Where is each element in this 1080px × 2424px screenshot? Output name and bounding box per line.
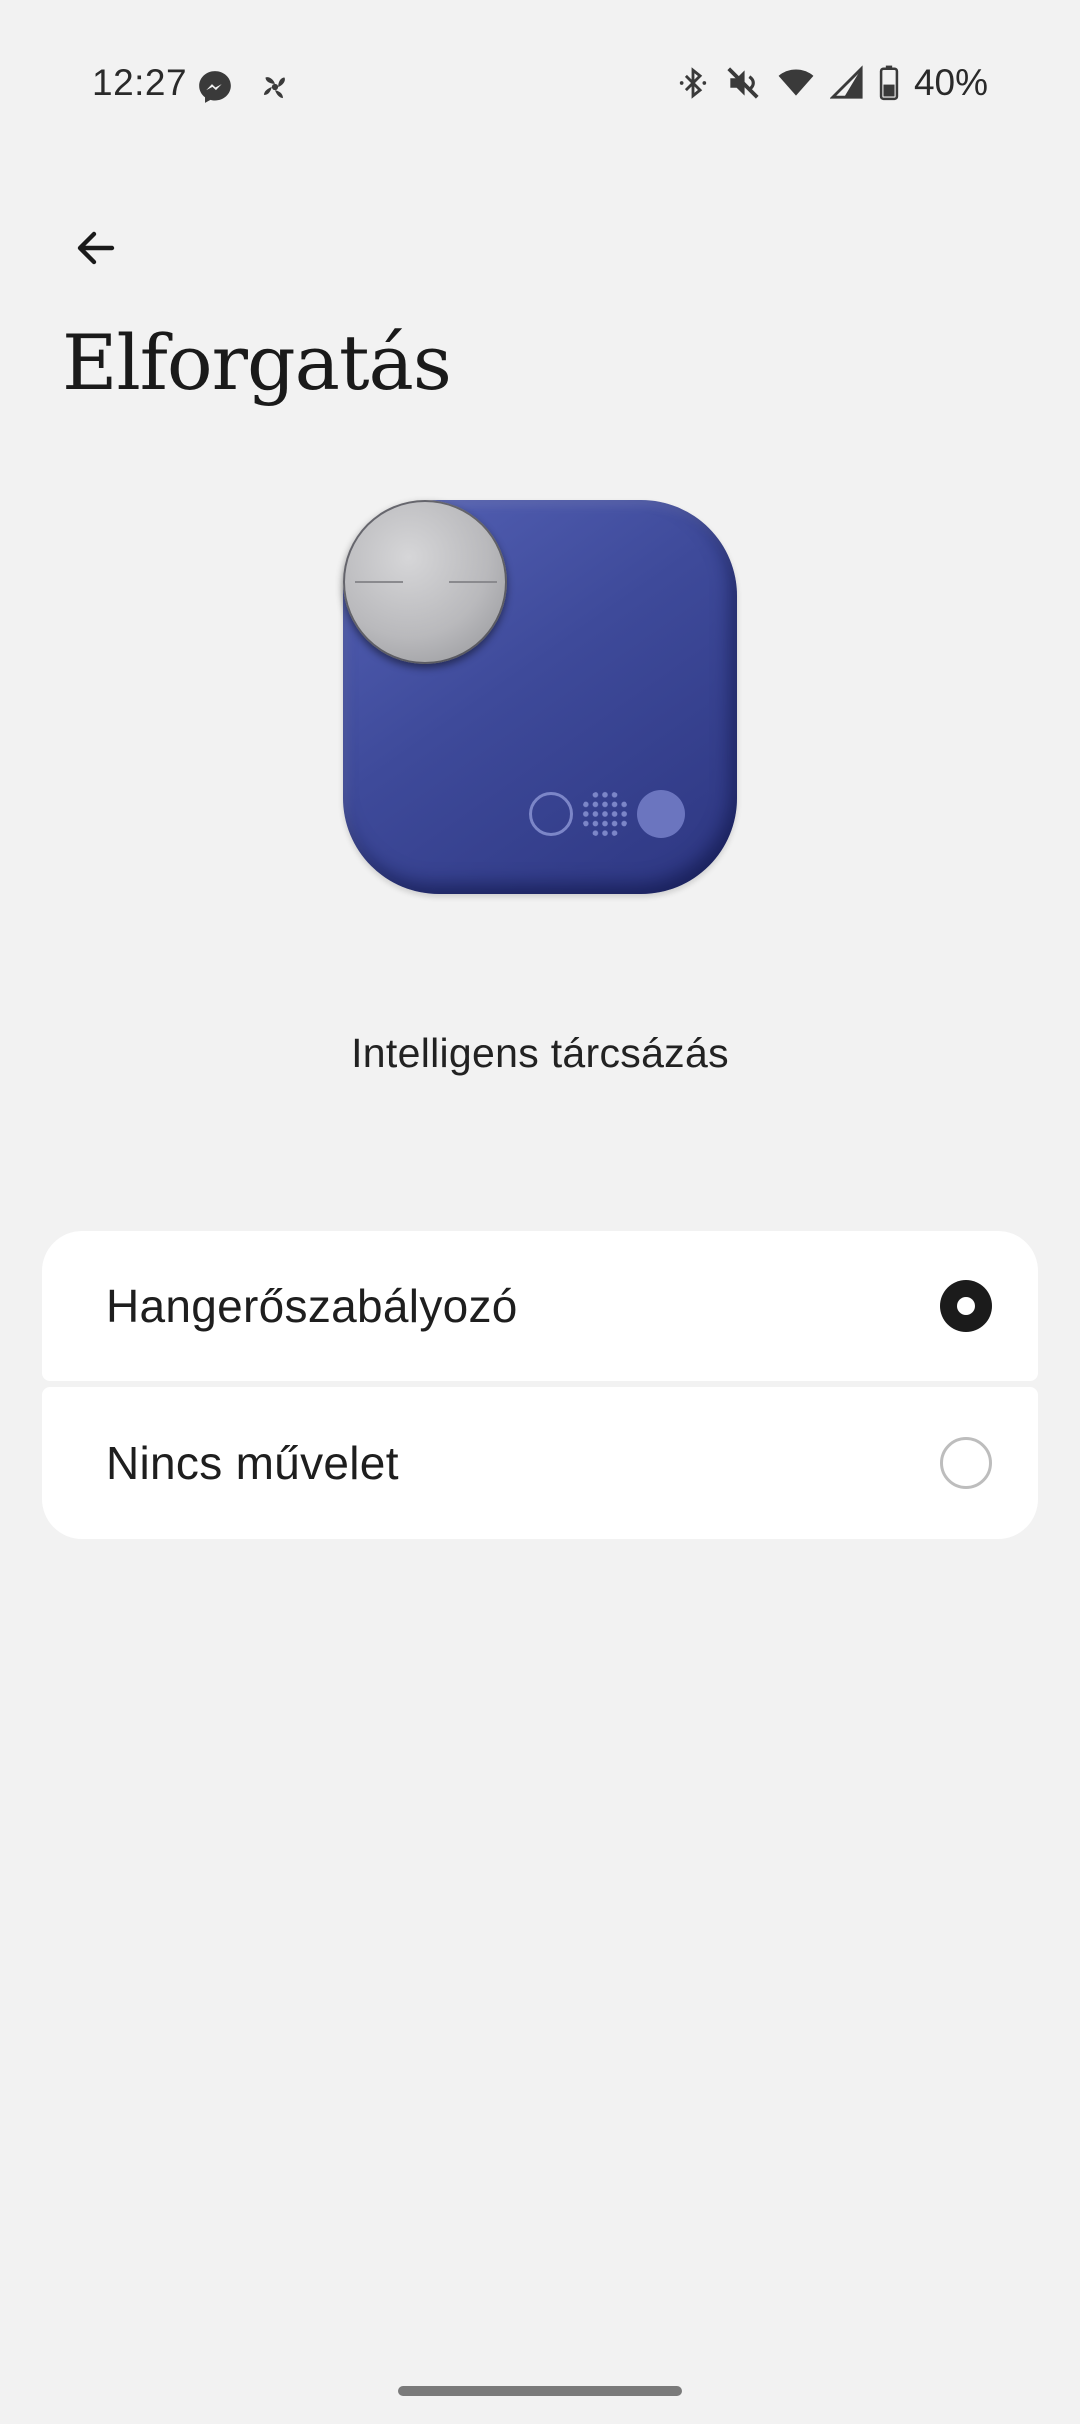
option-volume-control[interactable]: Hangerőszabályozó <box>42 1231 1038 1381</box>
page-title: Elforgatás <box>62 318 452 407</box>
battery-percent: 40% <box>913 62 988 103</box>
device-name: Intelligens tárcsázás <box>351 1030 729 1076</box>
device-illustration <box>343 500 737 894</box>
status-time: 12:27 <box>92 62 188 103</box>
option-no-action[interactable]: Nincs művelet <box>42 1387 1038 1539</box>
led-ring-icon <box>529 792 573 836</box>
status-bar: 12:27 40% <box>0 58 1080 118</box>
radio-selected[interactable] <box>940 1280 992 1332</box>
dial-mark-right <box>449 581 497 583</box>
led-dots-icon <box>581 790 629 838</box>
led-fill-icon <box>637 790 685 838</box>
option-label: Hangerőszabályozó <box>106 1280 518 1332</box>
home-indicator[interactable] <box>398 2386 682 2396</box>
cell-signal-icon <box>829 64 864 102</box>
device-leds <box>529 790 685 838</box>
status-left-icons <box>196 68 294 106</box>
radio-unselected[interactable] <box>940 1437 992 1489</box>
dial-mark-left <box>355 581 403 583</box>
battery-icon <box>878 64 900 102</box>
back-button[interactable] <box>56 208 136 288</box>
rotation-options: Hangerőszabályozó Nincs művelet <box>42 1231 1038 1539</box>
pinwheel-icon <box>256 68 294 106</box>
rotary-dial <box>343 500 507 664</box>
wifi-icon <box>776 64 816 102</box>
arrow-left-icon <box>72 224 120 272</box>
option-label: Nincs művelet <box>106 1437 399 1489</box>
radio-dot <box>957 1297 975 1315</box>
status-right-icons: 40% <box>676 62 988 104</box>
messenger-icon <box>196 68 234 106</box>
screen: 12:27 40% Elforgatás Intelligens tárcsáz… <box>0 0 1080 2424</box>
bluetooth-icon <box>676 64 710 102</box>
volume-mute-icon <box>724 64 762 102</box>
